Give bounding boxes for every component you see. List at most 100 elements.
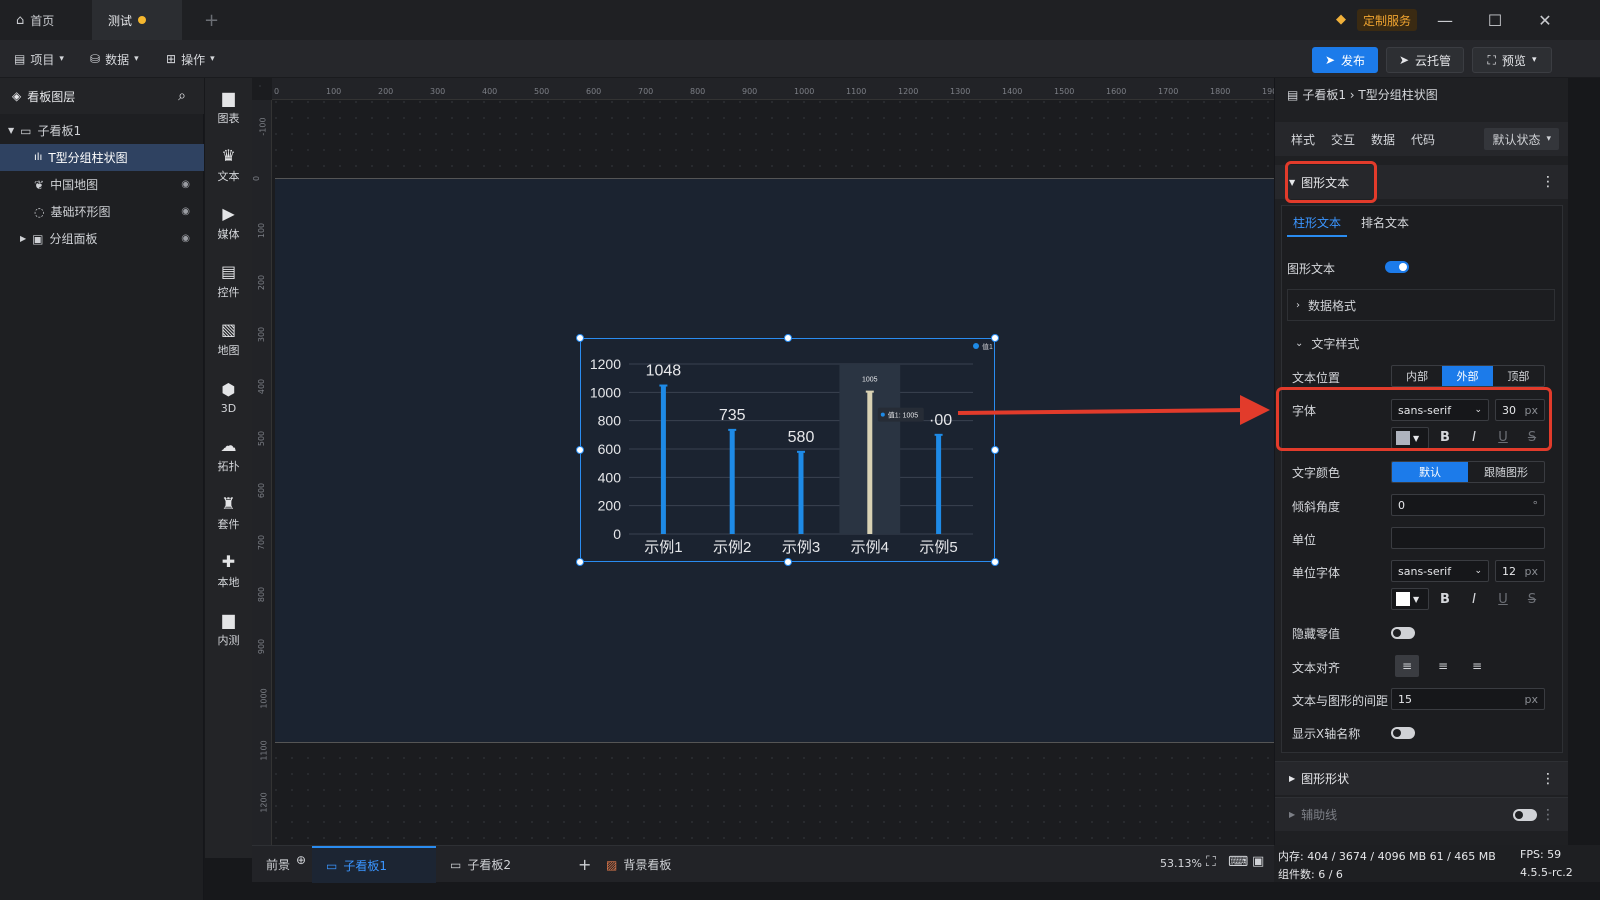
- subtab-bar-text[interactable]: 柱形文本: [1287, 214, 1348, 237]
- foreground-tab[interactable]: 前景 ⊕: [252, 846, 320, 883]
- color-follow[interactable]: 跟随图形: [1468, 462, 1544, 482]
- text-position-segment[interactable]: 内部 外部 顶部: [1391, 365, 1545, 387]
- layer-item-ring[interactable]: ◌ 基础环形图 ◉: [0, 198, 204, 225]
- layer-item-t-bar[interactable]: ılı T型分组柱状图: [0, 144, 204, 171]
- tab-home[interactable]: ⌂ 首页: [0, 0, 92, 40]
- resize-handle[interactable]: [991, 558, 999, 566]
- subtab-rank-text[interactable]: 排名文本: [1361, 214, 1409, 237]
- eye-off-icon[interactable]: ◉: [181, 179, 190, 190]
- tool-suite[interactable]: ♜ 套件: [205, 484, 252, 542]
- fps-status: FPS: 59: [1520, 848, 1562, 861]
- resize-handle[interactable]: [991, 334, 999, 342]
- more-icon[interactable]: ⋮: [1541, 174, 1555, 190]
- search-icon[interactable]: ⌕: [178, 88, 186, 104]
- ruler-tick-label: 700: [638, 87, 654, 96]
- tool-local[interactable]: ✚ 本地: [205, 542, 252, 600]
- eye-off-icon[interactable]: ◉: [181, 206, 190, 217]
- layers-title: 看板图层: [27, 89, 76, 104]
- underline-button[interactable]: U: [1494, 592, 1512, 607]
- aux-line-toggle[interactable]: [1513, 809, 1537, 821]
- menu-data[interactable]: ⛁ 数据 ▾: [84, 48, 145, 70]
- align-right-icon[interactable]: ≡: [1465, 655, 1489, 677]
- keyboard-icon[interactable]: ⌨: [1228, 854, 1248, 870]
- tool-beta[interactable]: ▆ 内测: [205, 600, 252, 658]
- tab-sub-board-1[interactable]: ▭ 子看板1: [312, 846, 436, 883]
- position-inside[interactable]: 内部: [1392, 366, 1442, 386]
- tab-test[interactable]: 测试: [92, 0, 182, 40]
- more-icon[interactable]: ⋮: [1541, 771, 1555, 787]
- gap-input[interactable]: 15 px: [1391, 688, 1545, 710]
- strikethrough-button[interactable]: S: [1523, 592, 1541, 607]
- tool-control[interactable]: ▤ 控件: [205, 252, 252, 310]
- minimize-button[interactable]: —: [1420, 0, 1470, 40]
- tool-label: 拓扑: [217, 460, 240, 473]
- ruler-tick-label: 800: [257, 586, 267, 603]
- layer-item-group-panel[interactable]: ▶ ▣ 分组面板 ◉: [0, 225, 204, 252]
- resize-handle[interactable]: [576, 558, 584, 566]
- tab-code[interactable]: 代码: [1403, 131, 1443, 148]
- tool-chart[interactable]: ▆ 图表: [205, 78, 252, 136]
- resize-handle[interactable]: [784, 334, 792, 342]
- cloud-host-button[interactable]: ➤ 云托管: [1386, 47, 1464, 73]
- close-button[interactable]: ✕: [1520, 0, 1570, 40]
- tool-text[interactable]: ♛ 文本: [205, 136, 252, 194]
- unit-input[interactable]: [1391, 527, 1545, 549]
- tool-media[interactable]: ▶ 媒体: [205, 194, 252, 252]
- unit-font-color-picker[interactable]: ▼: [1391, 588, 1429, 610]
- data-format-collapse[interactable]: › 数据格式: [1287, 289, 1555, 321]
- resize-handle[interactable]: [991, 446, 999, 454]
- t-bar-chart-widget[interactable]: 1200 1000 800 600 400 200 0 示例1 1048 示例2 735 示例3 580…: [576, 334, 999, 566]
- color-default[interactable]: 默认: [1392, 462, 1468, 482]
- align-left-icon[interactable]: ≡: [1395, 655, 1419, 677]
- tool-label: 控件: [217, 286, 240, 299]
- graphic-text-toggle[interactable]: [1385, 261, 1409, 273]
- y-tick-label: 600: [598, 441, 622, 457]
- position-top[interactable]: 顶部: [1493, 366, 1544, 386]
- text-style-collapse[interactable]: ⌄ 文字样式: [1287, 328, 1555, 358]
- align-center-icon[interactable]: ≡: [1431, 655, 1455, 677]
- tool-topology[interactable]: ☁ 拓扑: [205, 426, 252, 484]
- tab-interaction[interactable]: 交互: [1323, 131, 1363, 148]
- hide-zero-toggle[interactable]: [1391, 627, 1415, 639]
- bar-cap: [728, 428, 737, 431]
- position-outside[interactable]: 外部: [1442, 366, 1493, 386]
- tab-data[interactable]: 数据: [1363, 131, 1403, 148]
- section-graphic-shape[interactable]: ▶ 图形形状 ⋮: [1275, 761, 1568, 795]
- monitor-icon: ▭: [20, 123, 32, 138]
- tool-map[interactable]: ▧ 地图: [205, 310, 252, 368]
- section-aux-line[interactable]: ▶ 辅助线 ⋮: [1275, 797, 1568, 831]
- add-circle-icon[interactable]: ⊕: [296, 853, 306, 867]
- resize-handle[interactable]: [576, 334, 584, 342]
- text-color-segment[interactable]: 默认 跟随图形: [1391, 461, 1545, 483]
- resize-handle[interactable]: [784, 558, 792, 566]
- text-position-label: 文本位置: [1292, 371, 1341, 385]
- preview-button[interactable]: ⛶ 预览 ▾: [1472, 47, 1552, 73]
- unit-font-family-select[interactable]: sans-serif ⌄: [1391, 560, 1489, 582]
- graphic-text-label: 图形文本: [1287, 262, 1336, 276]
- fit-screen-icon[interactable]: ⛶: [1206, 854, 1216, 870]
- eye-off-icon[interactable]: ◉: [181, 233, 190, 244]
- state-select[interactable]: 默认状态 ▾: [1484, 128, 1559, 150]
- custom-service-button[interactable]: 定制服务: [1357, 9, 1418, 31]
- maximize-button[interactable]: ☐: [1470, 0, 1520, 40]
- tilt-input[interactable]: 0 °: [1391, 494, 1545, 516]
- italic-button[interactable]: I: [1465, 592, 1483, 607]
- tab-background-board[interactable]: ▨ 背景看板: [592, 846, 685, 883]
- unit-font-size-input[interactable]: 12 px: [1495, 560, 1545, 582]
- tool-3d[interactable]: ⬢ 3D: [205, 368, 252, 426]
- tab-sub-board-2[interactable]: ▭ 子看板2: [436, 846, 560, 883]
- show-x-name-toggle[interactable]: [1391, 727, 1415, 739]
- tab-style[interactable]: 样式: [1283, 131, 1323, 148]
- layer-item-board1[interactable]: ▼ ▭ 子看板1: [0, 117, 204, 144]
- more-icon[interactable]: ⋮: [1541, 807, 1555, 823]
- bold-button[interactable]: B: [1436, 592, 1454, 607]
- menu-operation[interactable]: ⊞ 操作 ▾: [160, 48, 221, 70]
- add-tab-button[interactable]: +: [188, 0, 220, 40]
- bar-chart-icon: ılı: [34, 152, 43, 163]
- resize-handle[interactable]: [576, 446, 584, 454]
- zoom-level[interactable]: 53.13%: [1160, 857, 1202, 870]
- publish-button[interactable]: ➤ 发布: [1312, 47, 1378, 73]
- layer-item-china-map[interactable]: ❦ 中国地图 ◉: [0, 171, 204, 198]
- terminal-icon[interactable]: ▣: [1252, 854, 1264, 869]
- menu-project[interactable]: ▤ 项目 ▾: [8, 48, 70, 70]
